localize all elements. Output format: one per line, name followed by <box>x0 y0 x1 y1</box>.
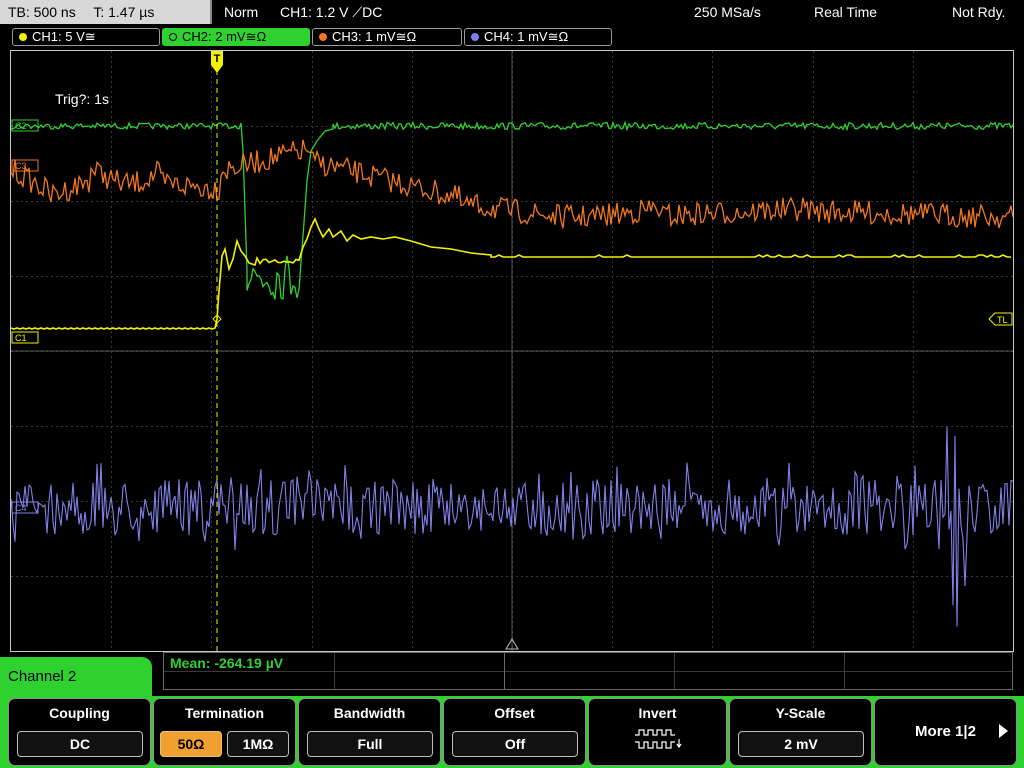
ch1-color-dot <box>19 33 27 41</box>
offset-title: Offset <box>494 705 535 721</box>
ch4-color-dot <box>471 33 479 41</box>
coupling-value[interactable]: DC <box>17 731 143 757</box>
measurement-divider <box>164 671 1012 672</box>
sample-rate: 250 MSa/s <box>694 4 761 20</box>
c1-ground-marker[interactable]: C1 <box>11 331 39 344</box>
trigger-offset-value: T: 1.47 µs <box>93 4 155 20</box>
acquisition-mode: Real Time <box>814 4 878 20</box>
trigger-mode[interactable]: Norm <box>224 0 258 24</box>
chevron-right-icon <box>999 724 1008 738</box>
waveform-display[interactable]: T C2 C3 C1 C4 TL Trig?: 1s <box>10 50 1014 652</box>
measurement-col-divider-1 <box>334 653 335 689</box>
tab-ch2[interactable]: CH2: 2 mV≅Ω <box>162 28 310 46</box>
timebase-value: TB: 500 ns <box>8 4 76 20</box>
coupling-softkey[interactable]: Coupling DC <box>8 698 151 766</box>
graticule <box>11 51 1013 651</box>
invert-softkey[interactable]: Invert <box>588 698 727 766</box>
offset-softkey[interactable]: Offset Off <box>443 698 586 766</box>
c3-ground-marker[interactable]: C3 <box>11 159 39 172</box>
coupling-title: Coupling <box>49 705 110 721</box>
more-softkey[interactable]: More 1|2 <box>874 698 1017 766</box>
c3-marker-label: C3 <box>15 161 27 171</box>
tab-ch4-label: CH4: 1 mV≅Ω <box>484 29 569 44</box>
tab-ch1[interactable]: CH1: 5 V≅ <box>12 28 160 46</box>
status-bar: TB: 500 ns T: 1.47 µs Norm CH1: 1.2 V ⟋D… <box>0 0 1024 26</box>
trigger-marker-label: T <box>214 53 221 65</box>
termination-50ohm[interactable]: 50Ω <box>160 731 222 757</box>
termination-softkey[interactable]: Termination 50Ω 1MΩ <box>153 698 296 766</box>
offset-value[interactable]: Off <box>452 731 578 757</box>
measurement-col-divider-2 <box>504 653 505 689</box>
c2-marker-label: C2 <box>15 121 27 131</box>
waveform-svg: T C2 C3 C1 C4 TL <box>11 51 1013 651</box>
bandwidth-title: Bandwidth <box>333 705 406 721</box>
mean-measurement: Mean: -264.19 µV <box>170 655 284 671</box>
measurement-col-divider-4 <box>844 653 845 689</box>
trigger-level-label: TL <box>997 315 1008 325</box>
menu-title: Channel 2 <box>0 657 152 697</box>
invert-title: Invert <box>638 705 677 721</box>
invert-waveform-icon <box>635 729 682 749</box>
c4-marker-label: C4 <box>15 503 27 513</box>
ch2-color-dot <box>169 33 177 41</box>
tab-ch2-label: CH2: 2 mV≅Ω <box>182 29 267 44</box>
bandwidth-softkey[interactable]: Bandwidth Full <box>298 698 441 766</box>
yscale-title: Y-Scale <box>775 705 826 721</box>
yscale-value[interactable]: 2 mV <box>738 731 864 757</box>
acquisition-state: Not Rdy. <box>952 4 1006 20</box>
trigger-level-marker[interactable]: TL <box>988 312 1013 326</box>
trigger-position-marker[interactable]: T <box>211 51 223 73</box>
tab-ch4[interactable]: CH4: 1 mV≅Ω <box>464 28 612 46</box>
trigger-status-text: Trig?: 1s <box>55 91 109 107</box>
tab-ch1-label: CH1: 5 V≅ <box>32 29 96 44</box>
yscale-softkey[interactable]: Y-Scale 2 mV <box>729 698 872 766</box>
measurement-col-divider-3 <box>674 653 675 689</box>
trigger-settings[interactable]: CH1: 1.2 V ⟋DC <box>280 0 382 24</box>
tab-ch3[interactable]: CH3: 1 mV≅Ω <box>312 28 462 46</box>
ch1-waveform <box>11 217 1011 330</box>
bandwidth-value[interactable]: Full <box>307 731 433 757</box>
timebase-box[interactable]: TB: 500 ns T: 1.47 µs <box>0 0 212 24</box>
ch3-color-dot <box>319 33 327 41</box>
measurement-panel: Mean: -264.19 µV <box>163 652 1013 690</box>
tab-ch3-label: CH3: 1 mV≅Ω <box>332 29 417 44</box>
c1-marker-label: C1 <box>15 333 27 343</box>
termination-1mohm[interactable]: 1MΩ <box>227 731 289 757</box>
termination-title: Termination <box>184 705 265 721</box>
more-label: More 1|2 <box>915 723 976 740</box>
